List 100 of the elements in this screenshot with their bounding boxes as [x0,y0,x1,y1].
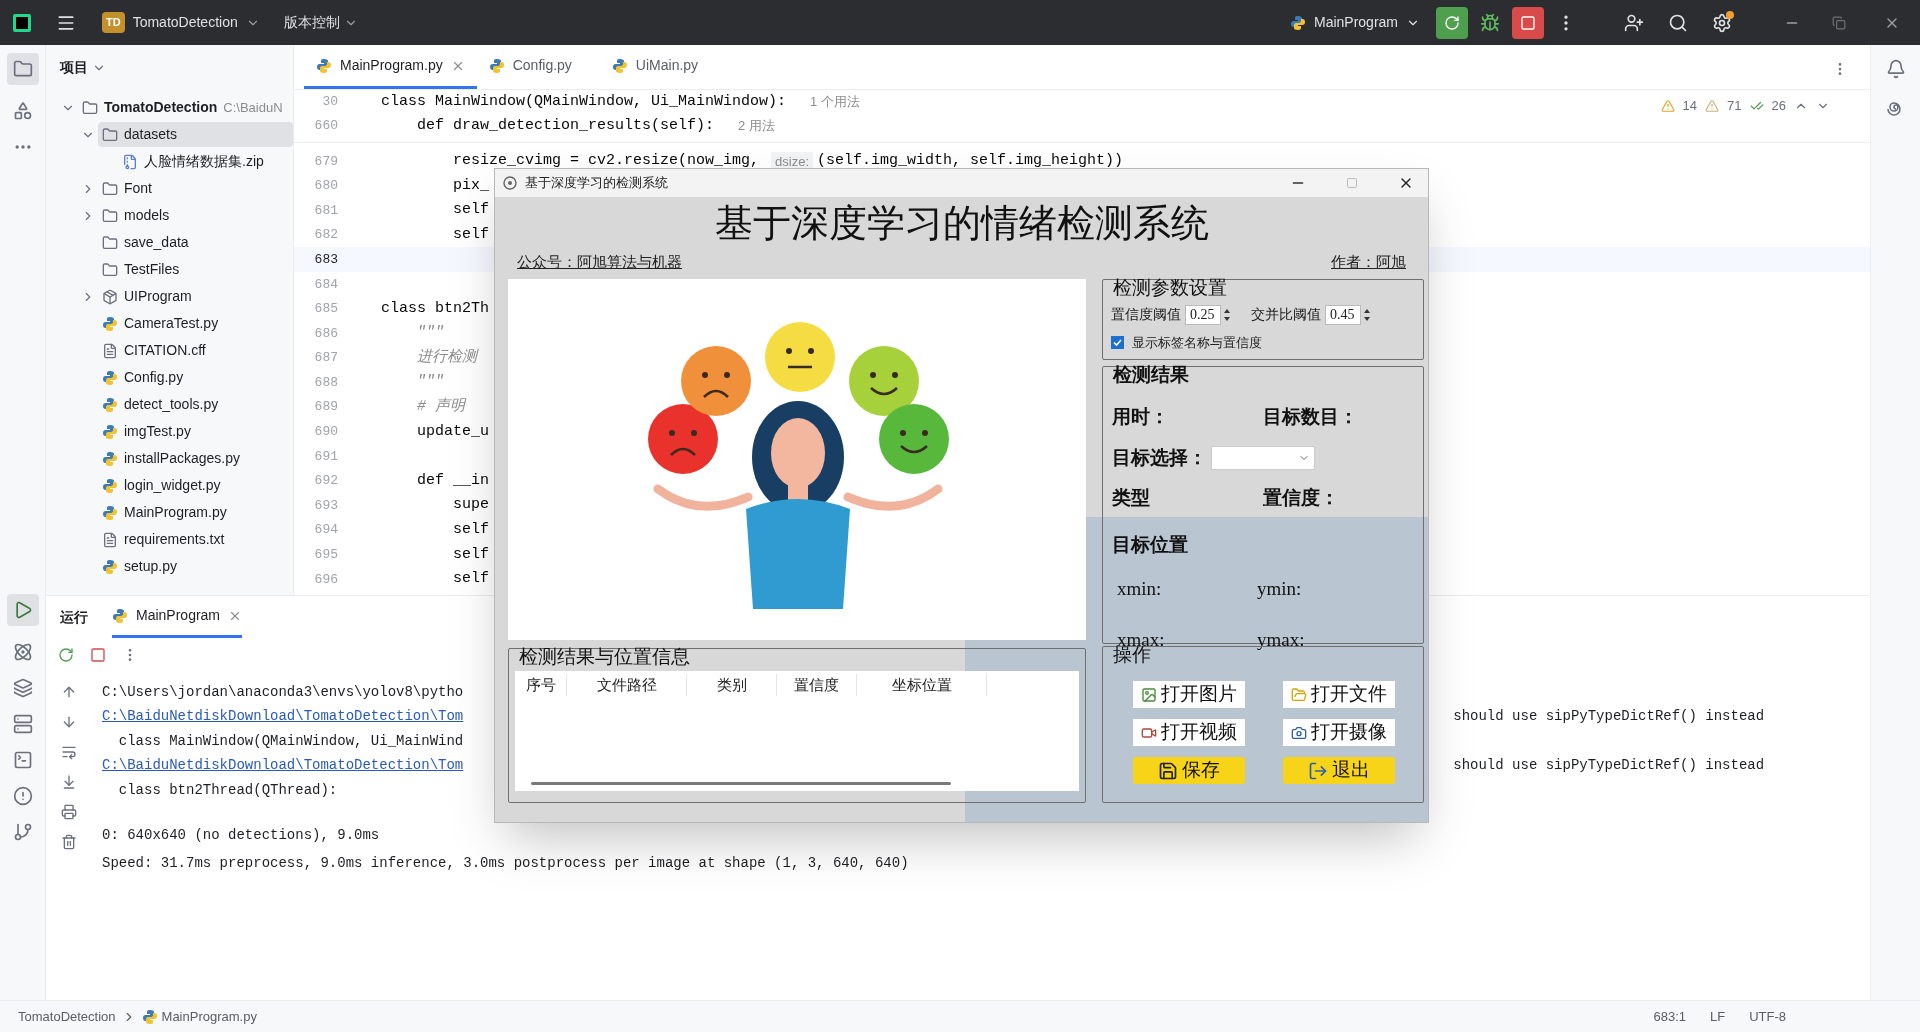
project-path: C:\BaiduN [223,98,283,117]
usage-hint[interactable]: 2 用法 [738,116,775,136]
action-button[interactable]: 打开图片 [1133,681,1245,708]
project-tool-button[interactable] [6,53,39,85]
tree-item[interactable]: CameraTest.py [98,311,227,336]
debug-icon[interactable] [1480,12,1500,33]
settings-icon[interactable] [1712,12,1732,33]
breadcrumb-item[interactable]: MainProgram.py [161,1006,257,1027]
python-file-icon [112,607,128,624]
action-button[interactable]: 打开摄像 [1283,719,1395,746]
services-icon[interactable] [12,714,33,734]
line-number: 689 [313,398,338,417]
project-switcher[interactable]: TD TomatoDetection [102,12,260,33]
action-button[interactable]: 退出 [1283,757,1395,784]
cursor-position[interactable]: 683:1 [1653,1006,1686,1027]
git-icon[interactable] [12,822,33,842]
action-button[interactable]: 打开文件 [1283,681,1395,708]
code-line: """ [416,323,444,344]
tree-item[interactable]: requirements.txt [98,527,233,552]
ymax-label: ymax: [1257,627,1306,652]
rerun-button[interactable] [1436,6,1468,39]
python-file-icon [141,1008,158,1025]
usage-hint[interactable]: 1 个用法 [810,92,860,112]
structure-icon[interactable] [12,101,33,121]
line-number: 688 [313,373,338,392]
stop-button[interactable] [1512,6,1544,39]
soft-wrap-icon[interactable] [61,744,77,760]
tree-item[interactable]: setup.py [98,554,185,579]
python-file-icon [102,477,118,494]
tree-item[interactable]: detect_tools.py [98,392,227,417]
panel-title: 检测结果 [1111,365,1190,384]
image-icon [1141,686,1157,703]
line-number: 686 [313,324,338,343]
editor-tab[interactable]: UiMain.py [599,45,711,89]
search-icon[interactable] [1668,12,1688,33]
code-line: self [452,200,490,221]
tree-item[interactable]: Font [98,176,160,201]
code-line: self [452,544,490,565]
file-encoding[interactable]: UTF-8 [1749,1006,1786,1027]
trash-icon[interactable] [61,834,77,850]
confidence-spinbox[interactable]: 0.25 [1185,304,1221,325]
problems-icon[interactable] [12,786,33,806]
tree-item[interactable]: login_widget.py [98,473,229,498]
tree-item[interactable]: Config.py [98,365,192,390]
column-header: 置信度 [777,673,857,697]
user-add-icon[interactable] [1624,12,1644,33]
restore-icon[interactable] [1832,15,1846,30]
python-console-icon[interactable] [12,642,33,662]
ymin-label: ymin: [1257,577,1303,601]
code-line: 进行检测 [416,347,477,368]
iou-spinbox[interactable]: 0.45 [1325,304,1361,325]
checkbox-label: 显示标签名称与置信度 [1132,334,1262,352]
editor-tab[interactable]: MainProgram.py [304,45,477,89]
tree-item[interactable]: save_data [98,230,197,255]
python-file-icon [102,396,118,413]
file-link[interactable]: C:\BaiduNetdiskDownload\TomatoDetection\Tom [102,755,464,776]
file-link[interactable]: C:\BaiduNetdiskDownload\TomatoDetection\Tom [102,706,464,727]
tree-item[interactable]: MainProgram.py [98,500,235,525]
target-select-field[interactable] [1211,445,1315,470]
tree-item[interactable]: CITATION.cff [98,338,214,363]
run-tab[interactable]: MainProgram [112,596,243,638]
stop-icon [1520,14,1536,31]
line-number: 680 [313,177,338,196]
checkbox[interactable] [1111,336,1124,350]
python-file-icon [102,423,118,440]
tree-item[interactable]: models [98,203,178,228]
line-ending[interactable]: LF [1710,1006,1726,1027]
scroll-to-end-icon[interactable] [61,774,77,790]
tree-item[interactable]: TomatoDetection C:\BaiduN [78,95,291,120]
horizontal-scrollbar[interactable] [531,782,951,785]
position-title: 目标位置 [1112,533,1188,555]
action-button[interactable]: 打开视频 [1133,719,1245,746]
layers-icon[interactable] [12,678,33,698]
breadcrumb-item[interactable]: TomatoDetection [18,1006,116,1027]
spin-arrows-icon[interactable] [1363,307,1371,322]
weak-warning-icon [1705,98,1720,113]
spin-arrows-icon[interactable] [1223,307,1231,322]
terminal-icon[interactable] [12,750,33,770]
line-number: 696 [313,570,338,589]
tree-item[interactable]: datasets [98,122,293,147]
iou-label: 交并比阈值 [1251,306,1321,324]
inspection-widget[interactable]: 14 71 26 [1660,96,1830,116]
action-button[interactable]: 保存 [1133,757,1245,784]
run-tool-button[interactable] [6,594,39,626]
author-text: 作者：阿旭 [1331,252,1406,272]
tree-item[interactable]: UIProgram [98,284,200,309]
print-icon[interactable] [61,804,77,820]
rerun-icon [1444,14,1460,31]
tree-item[interactable]: TestFiles [98,257,188,282]
code-line: update_u [416,421,490,442]
editor-tab[interactable]: Config.py [476,45,584,89]
notifications-icon[interactable] [1885,59,1906,79]
stop-icon[interactable] [90,647,106,663]
python-file-icon [102,450,118,467]
rerun-icon[interactable] [58,647,74,663]
vcs-menu[interactable]: 版本控制 [283,12,358,33]
run-config-selector[interactable]: MainProgram [1289,12,1420,33]
tree-item[interactable]: imgTest.py [98,419,199,444]
tree-item[interactable]: installPackages.py [98,446,248,471]
tree-item[interactable]: 人脸情绪数据集.zip [118,149,272,174]
